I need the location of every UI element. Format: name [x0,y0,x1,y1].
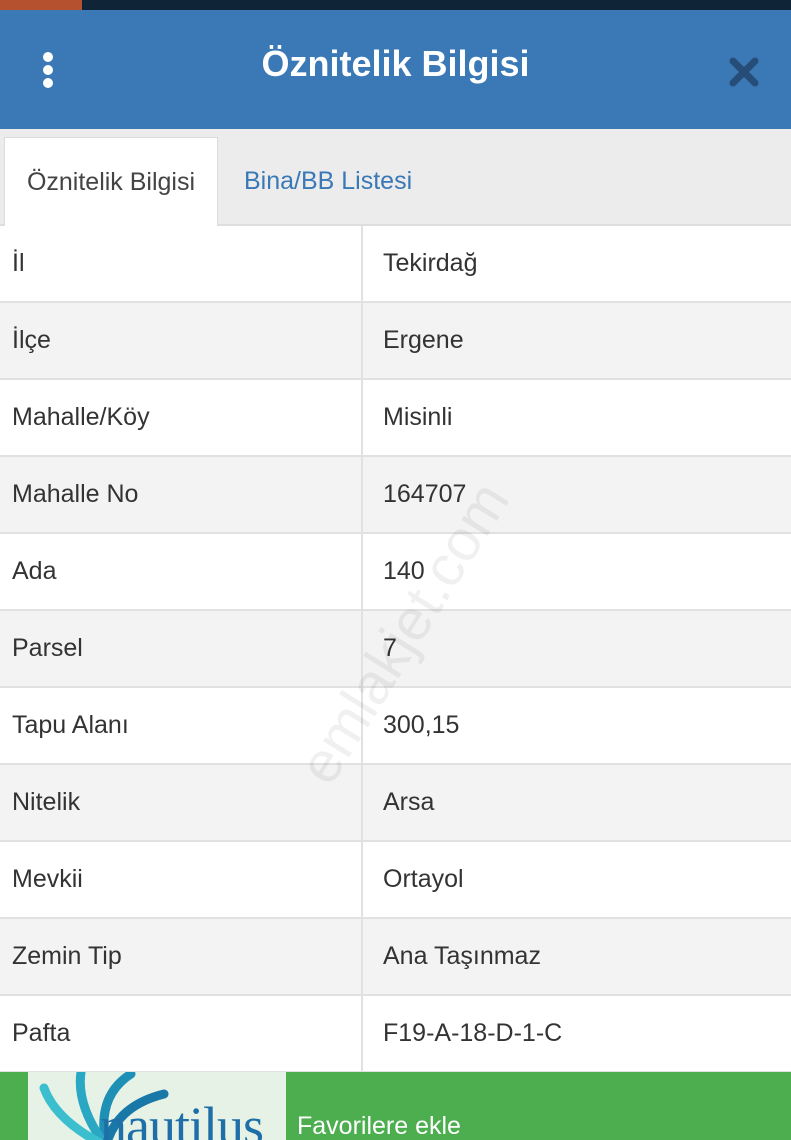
ad-brand: nautilus [100,1096,264,1140]
attribute-value: Ana Taşınmaz [383,942,541,970]
tab-bar: Öznitelik Bilgisi Bina/BB Listesi [0,129,791,226]
attribute-key: Tapu Alanı [0,688,363,763]
attribute-value: 300,15 [383,711,460,739]
attribute-key: Nitelik [0,765,363,840]
attribute-value: Ortayol [383,865,464,893]
ad-favorite-link[interactable]: Favorilere ekle [297,1110,461,1140]
attribute-value: 140 [383,557,425,585]
attribute-value: Misinli [383,403,453,431]
table-row: Zemin Tip Ana Taşınmaz [0,919,791,996]
table-row: Nitelik Arsa [0,765,791,842]
close-icon[interactable] [724,52,764,92]
status-bar-strip [0,0,791,10]
ad-banner[interactable]: nautilus Favorilere ekle [0,1072,791,1140]
attribute-key: Mahalle No [0,457,363,532]
table-row: Tapu Alanı 300,15 [0,688,791,765]
attribute-key: İl [0,226,363,301]
attribute-key: Mevkii [0,842,363,917]
attribute-value: 164707 [383,480,467,508]
table-row: İlçe Ergene [0,303,791,380]
table-row: Parsel 7 [0,611,791,688]
tab-bina-bb-listesi[interactable]: Bina/BB Listesi [224,137,432,226]
table-row: İl Tekirdağ [0,226,791,303]
table-row: Mahalle No 164707 [0,457,791,534]
table-row: Pafta F19-A-18-D-1-C [0,996,791,1073]
ad-logo: nautilus [28,1072,286,1140]
attribute-value: F19-A-18-D-1-C [383,1019,563,1047]
attribute-table: İl Tekirdağ İlçe Ergene Mahalle/Köy Misi… [0,226,791,1073]
table-row: Mevkii Ortayol [0,842,791,919]
attribute-key: Zemin Tip [0,919,363,994]
status-bar-accent [0,0,82,10]
table-row: Mahalle/Köy Misinli [0,380,791,457]
attribute-key: Parsel [0,611,363,686]
attribute-value: 7 [383,634,397,662]
attribute-key: Pafta [0,996,363,1071]
attribute-value: Tekirdağ [383,249,478,277]
dialog-header: Öznitelik Bilgisi [0,10,791,129]
attribute-key: İlçe [0,303,363,378]
attribute-key: Mahalle/Köy [0,380,363,455]
table-row: Ada 140 [0,534,791,611]
dialog-title: Öznitelik Bilgisi [261,43,530,84]
attribute-key: Ada [0,534,363,609]
attribute-value: Ergene [383,326,464,354]
attribute-value: Arsa [383,788,435,816]
tab-oznitelik-bilgisi[interactable]: Öznitelik Bilgisi [4,137,218,226]
